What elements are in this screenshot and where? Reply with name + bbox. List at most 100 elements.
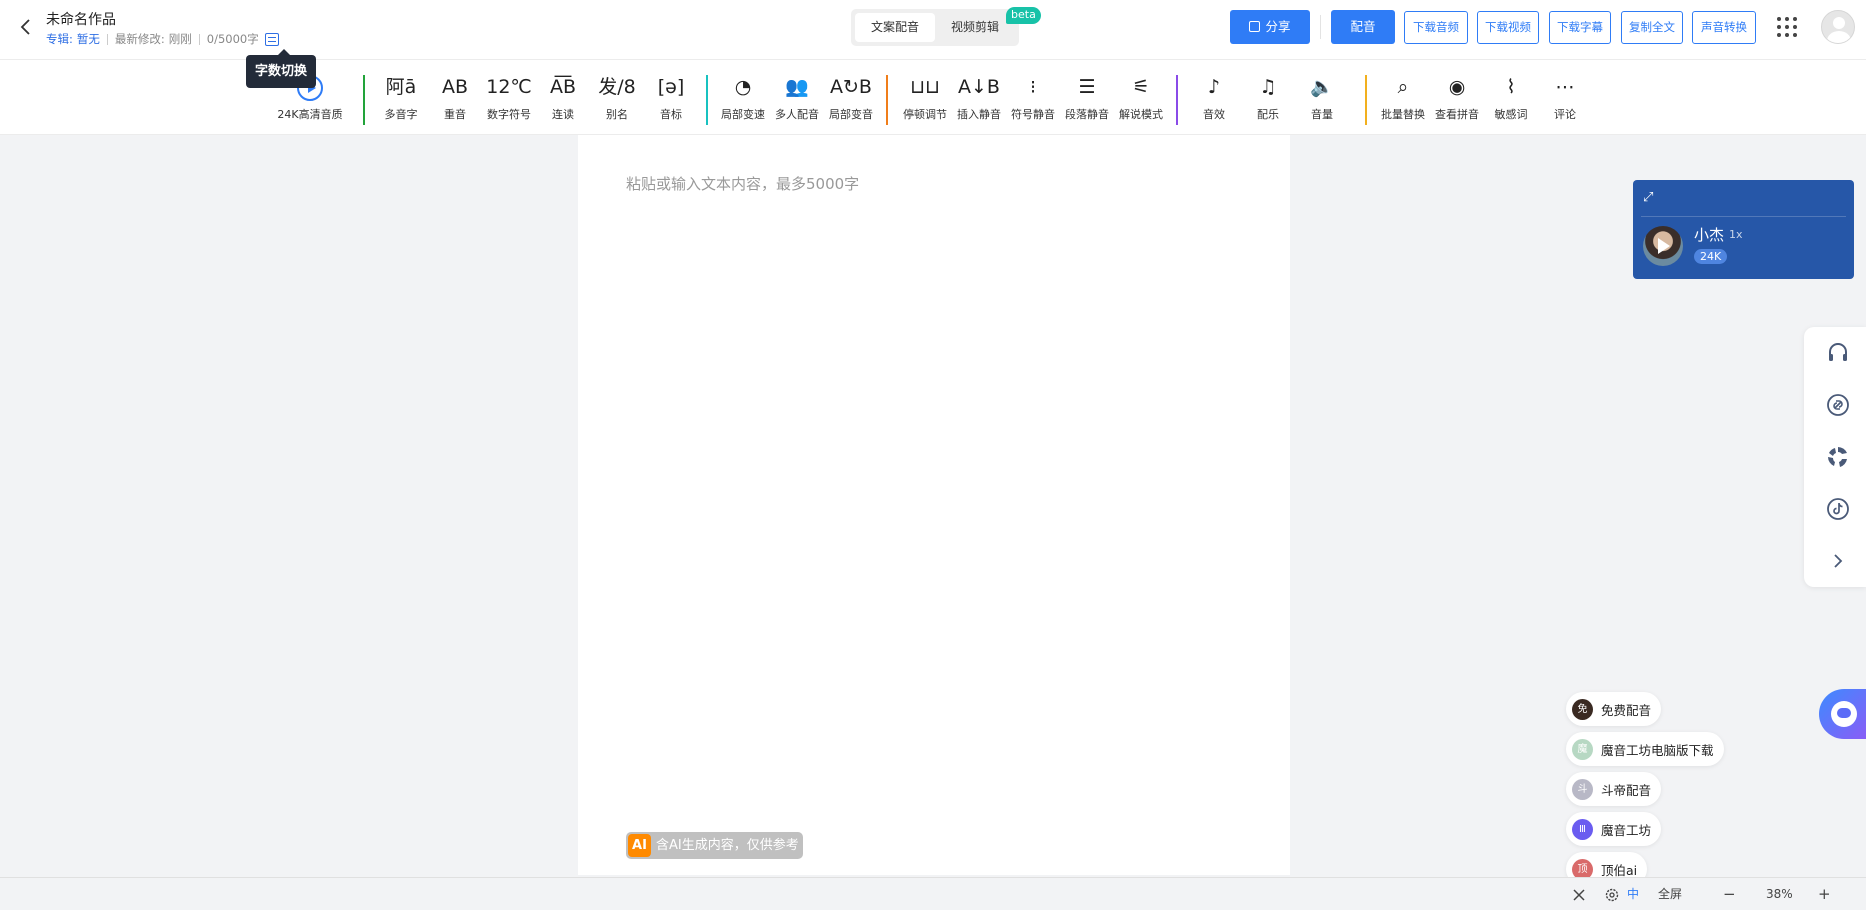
download-subtitle-button[interactable]: 下载字幕 xyxy=(1549,11,1611,44)
toolbar-divider xyxy=(363,75,365,125)
voice-name: 小杰 xyxy=(1694,226,1725,244)
tool-label: 多音字 xyxy=(384,108,418,121)
tool-label: 局部变速 xyxy=(721,108,765,121)
tool-label: 段落静音 xyxy=(1065,108,1109,121)
share-label: 分享 xyxy=(1265,19,1291,34)
tool-narration-mode[interactable]: ⚟ 解说模式 xyxy=(1116,72,1166,122)
document-title[interactable]: 未命名作品 xyxy=(46,9,116,29)
link-doudi-dubbing[interactable]: 斗斗帝配音 xyxy=(1566,772,1662,806)
paragraph-silence-icon: ☰ xyxy=(1078,76,1096,98)
download-video-button[interactable]: 下载视频 xyxy=(1477,11,1539,44)
pause-icon: ⊔⊔ xyxy=(910,76,940,98)
headset-icon[interactable] xyxy=(1826,341,1850,365)
copy-all-button[interactable]: 复制全文 xyxy=(1621,11,1683,44)
word-count-switch-icon[interactable] xyxy=(264,32,279,46)
tool-paragraph-silence[interactable]: ☰ 段落静音 xyxy=(1062,72,1112,122)
tool-label: 配乐 xyxy=(1257,108,1279,121)
link-label: 魔音工坊电脑版下载 xyxy=(1601,742,1714,758)
link-label: 顶伯ai xyxy=(1601,862,1638,878)
zoom-in-button[interactable]: + xyxy=(1818,878,1831,910)
toolbar-divider xyxy=(1365,75,1367,125)
voice-convert-button[interactable]: 声音转换 xyxy=(1692,11,1756,44)
tool-label: 查看拼音 xyxy=(1435,108,1479,121)
tiktok-icon[interactable] xyxy=(1826,497,1850,521)
liaison-icon: A͞B xyxy=(549,76,577,98)
tool-liaison[interactable]: A͞B 连读 xyxy=(538,72,588,122)
tool-label: 符号静音 xyxy=(1011,108,1055,121)
insert-silence-icon: A↓B xyxy=(958,76,1000,98)
tool-sound-effect[interactable]: ♪ 音效 xyxy=(1189,72,1239,122)
tool-volume[interactable]: 🔈 音量 xyxy=(1297,72,1347,122)
tool-local-voice-change[interactable]: A↻B 局部变音 xyxy=(826,72,876,122)
tool-music[interactable]: ♫ 配乐 xyxy=(1243,72,1293,122)
tool-number-symbol[interactable]: 12℃ 数字符号 xyxy=(484,72,534,122)
close-icon[interactable] xyxy=(1572,888,1586,902)
word-count: 0/5000字 xyxy=(206,32,259,46)
number-symbol-icon: 12℃ xyxy=(486,76,532,98)
fullscreen-button[interactable]: 全屏 xyxy=(1658,878,1682,910)
apps-grid-icon[interactable] xyxy=(1777,17,1797,37)
text-editor[interactable]: 粘贴或输入文本内容，最多5000字 AI 含AI生成内容，仅供参考 xyxy=(578,135,1290,875)
tool-stress[interactable]: AB 重音 xyxy=(430,72,480,122)
zoom-level: 38% xyxy=(1766,887,1793,901)
tool-insert-silence[interactable]: A↓B 插入静音 xyxy=(954,72,1004,122)
tool-phonetic[interactable]: [ə] 音标 xyxy=(646,72,696,122)
divider xyxy=(1641,216,1846,217)
comment-icon: ⋯ xyxy=(1555,76,1575,98)
sound-effect-icon: ♪ xyxy=(1207,76,1221,98)
tool-sensitive-words[interactable]: ⌇ 敏感词 xyxy=(1486,72,1536,122)
voice-speed: 1x xyxy=(1729,228,1743,241)
zoom-out-button[interactable]: − xyxy=(1723,878,1736,910)
people-icon: 👥 xyxy=(785,76,809,98)
language-toggle[interactable]: 中 xyxy=(1627,878,1639,910)
tool-comment[interactable]: ⋯ 评论 xyxy=(1540,72,1590,122)
assistant-robot-icon[interactable] xyxy=(1819,689,1866,739)
link-desktop-download[interactable]: 魔魔音工坊电脑版下载 xyxy=(1566,732,1724,766)
link-free-dubbing[interactable]: 免免费配音 xyxy=(1566,692,1662,726)
back-arrow-icon[interactable] xyxy=(18,16,34,38)
tool-label: 数字符号 xyxy=(487,108,531,121)
link-label: 免费配音 xyxy=(1601,702,1652,718)
spinner-icon[interactable] xyxy=(1826,445,1850,469)
share-icon xyxy=(1249,21,1261,32)
tool-polyphone[interactable]: 阿ā 多音字 xyxy=(376,72,426,122)
tool-label: 解说模式 xyxy=(1119,108,1163,121)
tool-local-speed[interactable]: ◔ 局部变速 xyxy=(718,72,768,122)
voice-card[interactable]: ⤢ 小杰 1x 24K xyxy=(1633,180,1854,279)
tool-alias[interactable]: 发/8 别名 xyxy=(592,72,642,122)
toolbar-divider xyxy=(1176,75,1178,125)
link-icon[interactable] xyxy=(1826,393,1850,417)
tool-batch-replace[interactable]: ⌕ 批量替换 xyxy=(1378,72,1428,122)
link-moyin-workshop[interactable]: Ⅲ 魔音工坊 xyxy=(1566,812,1662,846)
tool-label: 24K高清音质 xyxy=(277,108,343,121)
expand-icon[interactable]: ⤢ xyxy=(1643,190,1653,205)
search-icon: ⌕ xyxy=(1397,76,1409,98)
tool-label: 重音 xyxy=(444,108,466,121)
beta-badge: beta xyxy=(1006,7,1041,24)
tool-multi-voice[interactable]: 👥 多人配音 xyxy=(772,72,822,122)
download-audio-button[interactable]: 下载音频 xyxy=(1404,11,1468,44)
tool-label: 音标 xyxy=(660,108,682,121)
user-avatar[interactable] xyxy=(1821,10,1855,44)
tool-view-pinyin[interactable]: ◉ 查看拼音 xyxy=(1432,72,1482,122)
eye-icon: ◉ xyxy=(1448,76,1466,98)
gear-icon[interactable] xyxy=(1604,887,1620,903)
voice-change-icon: A↻B xyxy=(830,76,872,98)
chevron-right-icon[interactable] xyxy=(1826,549,1850,573)
tool-symbol-silence[interactable]: ⁝ 符号静音 xyxy=(1008,72,1058,122)
status-bar: 中 全屏 − 38% + xyxy=(0,877,1866,910)
speedometer-icon: ◔ xyxy=(734,76,752,98)
voice-avatar-play-icon[interactable] xyxy=(1643,226,1683,266)
music-icon: ♫ xyxy=(1259,76,1277,98)
symbol-silence-icon: ⁝ xyxy=(1029,76,1037,98)
tab-script-dubbing[interactable]: 文案配音 xyxy=(855,13,935,42)
share-button[interactable]: 分享 xyxy=(1230,10,1310,44)
modified-value: 刚刚 xyxy=(168,32,192,46)
tab-video-editing[interactable]: 视频剪辑 xyxy=(939,13,1011,42)
word-count-switch-tooltip: 字数切换 xyxy=(246,49,317,88)
dub-button[interactable]: 配音 xyxy=(1331,10,1395,44)
album-value[interactable]: 暂无 xyxy=(77,31,100,47)
soundwave-icon: Ⅲ xyxy=(1572,818,1593,840)
tool-pause-adjust[interactable]: ⊔⊔ 停顿调节 xyxy=(900,72,950,122)
tool-label: 多人配音 xyxy=(775,108,819,121)
